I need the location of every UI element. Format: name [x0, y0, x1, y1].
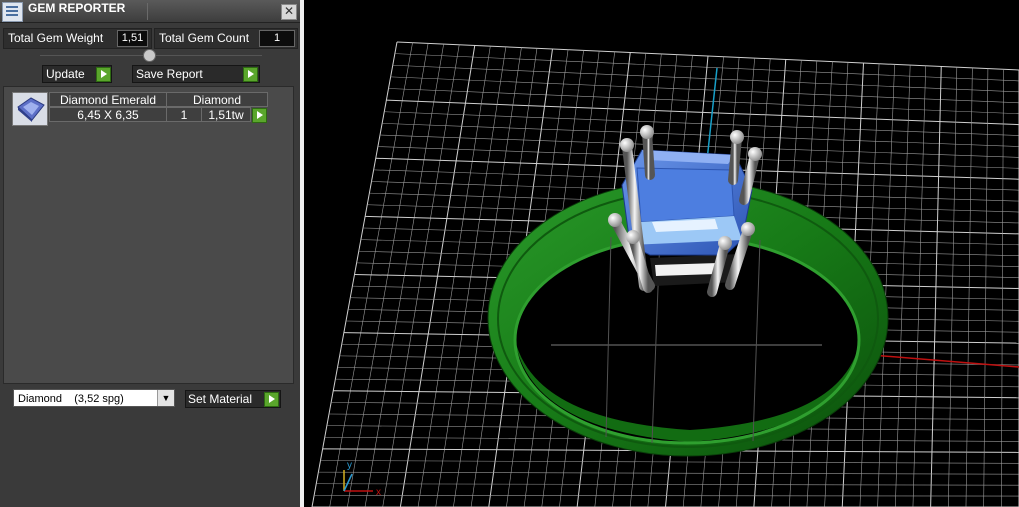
play-icon	[264, 392, 279, 407]
gem-size-cell: 6,45 X 6,35	[49, 107, 167, 122]
gem-count-value: 1	[259, 30, 295, 47]
material-dropdown-value: Diamond (3,52 spg)	[18, 393, 124, 405]
close-icon[interactable]: ✕	[281, 4, 297, 20]
save-report-button-label: Save Report	[136, 67, 203, 81]
gem-reporter-panel: GEM REPORTER ✕ Total Gem Weight 1,51 Tot…	[0, 0, 300, 507]
chevron-down-icon: ▼	[157, 390, 174, 406]
gem-count-label: Total Gem Count	[159, 31, 250, 45]
gem-weight-value: 1,51	[117, 30, 148, 47]
gem-list: Diamond Emerald Diamond 6,45 X 6,35 1 1,…	[3, 86, 294, 384]
slider-handle[interactable]	[143, 49, 156, 62]
gem-shape-cell: Diamond Emerald	[49, 92, 167, 107]
set-material-button[interactable]: Set Material	[185, 390, 281, 408]
gem-reporter-icon	[2, 2, 23, 22]
set-material-button-label: Set Material	[188, 392, 253, 406]
axis-gizmo: x y	[343, 460, 381, 498]
material-dropdown[interactable]: Diamond (3,52 spg) ▼	[13, 389, 175, 407]
save-report-button[interactable]: Save Report	[132, 65, 260, 83]
gem-material-cell: Diamond	[166, 92, 268, 107]
play-icon	[96, 67, 111, 82]
play-icon	[243, 67, 258, 82]
title-bar: GEM REPORTER ✕	[0, 0, 300, 23]
list-item[interactable]: Diamond Emerald Diamond 6,45 X 6,35 1 1,…	[49, 92, 271, 124]
3d-viewport[interactable]: x y	[304, 0, 1019, 507]
gem-count-cell: 1	[166, 107, 202, 122]
gem-thumbnail-icon[interactable]	[12, 92, 48, 126]
axis-y-label: y	[347, 460, 352, 471]
update-button[interactable]: Update	[42, 65, 112, 83]
title-separator	[147, 3, 148, 20]
gem-weight-label: Total Gem Weight	[8, 31, 104, 45]
window-title: GEM REPORTER	[28, 1, 126, 15]
update-button-label: Update	[46, 67, 85, 81]
axis-x-label: x	[376, 487, 381, 498]
gem-weight-cell: 1,51tw	[201, 107, 251, 122]
play-icon[interactable]	[252, 108, 267, 123]
